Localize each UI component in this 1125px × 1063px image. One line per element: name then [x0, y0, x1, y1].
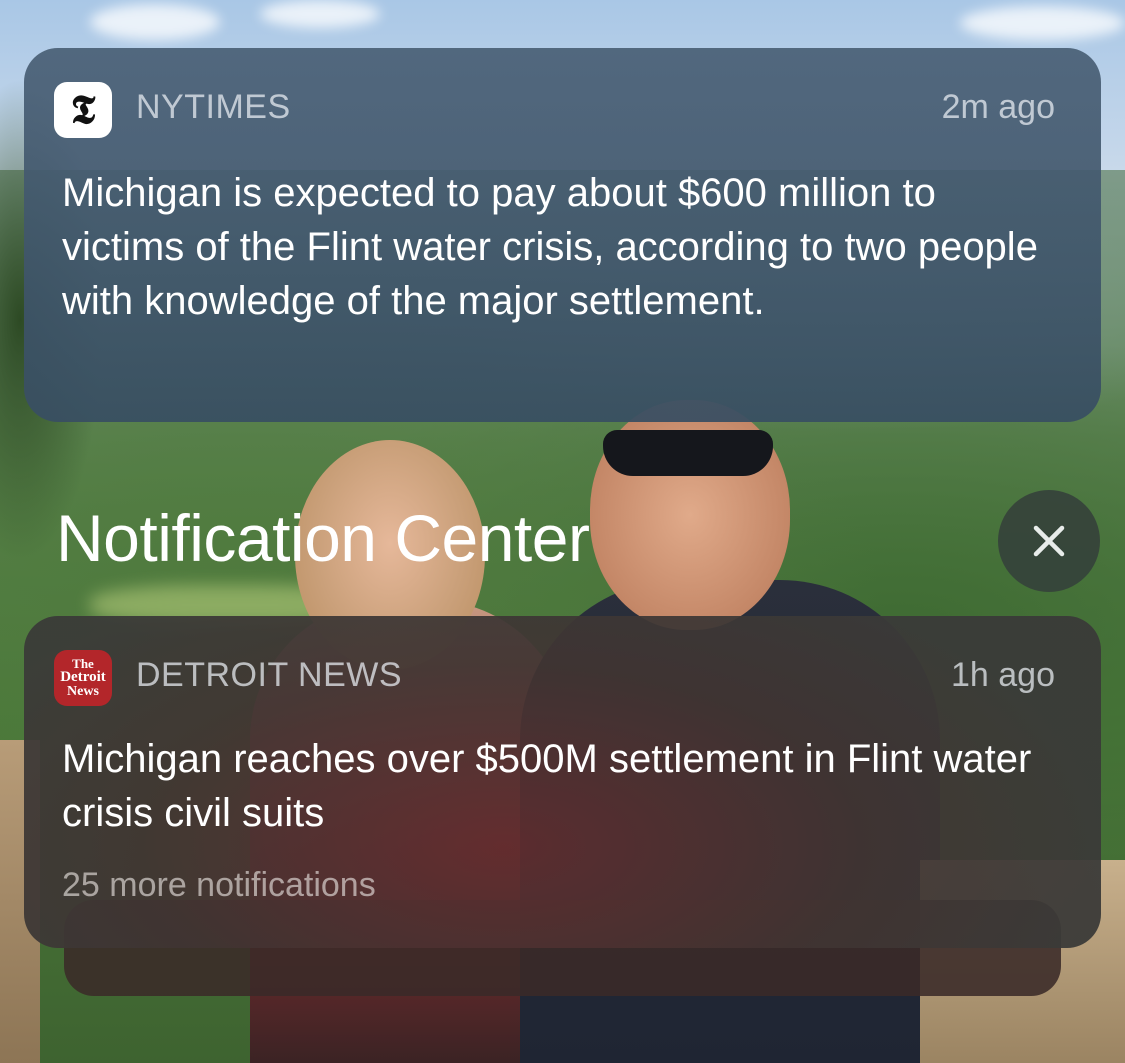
notification-detroit-news[interactable]: The Detroit News DETROIT NEWS 1h ago Mic…: [24, 616, 1101, 948]
clear-notifications-button[interactable]: [998, 490, 1100, 592]
notification-header: 𝕿 NYTIMES 2m ago: [54, 82, 1055, 138]
app-name: NYTIMES: [136, 88, 291, 126]
notification-body: Michigan is expected to pay about $600 m…: [62, 171, 1038, 323]
sunglasses: [603, 430, 773, 476]
page-title: Notification Center: [56, 501, 590, 575]
notification-time: 1h ago: [951, 656, 1055, 694]
cloud: [960, 6, 1125, 40]
app-name: DETROIT NEWS: [136, 656, 403, 694]
logo-line: News: [67, 683, 99, 699]
close-icon: [1033, 525, 1065, 557]
notification-time: 2m ago: [941, 88, 1055, 126]
cloud: [260, 0, 380, 28]
detroit-news-logo-icon: The Detroit News: [54, 650, 112, 706]
more-notifications-count: 25 more notifications: [62, 866, 376, 904]
notification-body: Michigan reaches over $500M settlement i…: [62, 737, 1032, 835]
nytimes-logo-icon: 𝕿: [54, 82, 112, 138]
logo-line: Detroit: [60, 669, 106, 686]
notification-header: The Detroit News DETROIT NEWS 1h ago: [54, 650, 1055, 706]
notification-nytimes[interactable]: 𝕿 NYTIMES 2m ago Michigan is expected to…: [24, 48, 1101, 422]
nytimes-logo-glyph: 𝕿: [70, 86, 96, 133]
